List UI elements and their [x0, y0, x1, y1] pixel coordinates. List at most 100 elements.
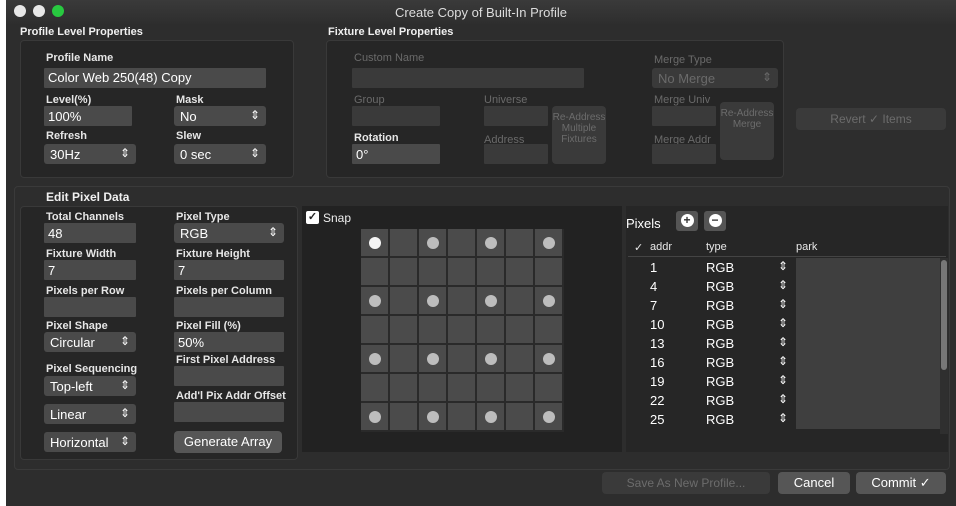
level-field[interactable]: 100% [44, 106, 132, 126]
fixture-height-field[interactable]: 7 [174, 260, 284, 280]
pixel-dot[interactable] [427, 237, 439, 249]
row-type[interactable]: RGB [706, 355, 734, 370]
grid-cell[interactable] [419, 229, 446, 256]
row-type[interactable]: RGB [706, 374, 734, 389]
grid-cell[interactable] [419, 374, 446, 401]
grid-cell[interactable] [390, 403, 417, 430]
row-park[interactable] [796, 353, 946, 372]
row-park[interactable] [796, 258, 946, 277]
row-park[interactable] [796, 277, 946, 296]
grid-cell[interactable] [419, 345, 446, 372]
grid-cell[interactable] [419, 316, 446, 343]
pixel-dot[interactable] [369, 353, 381, 365]
pixels-scrollbar[interactable] [940, 258, 948, 434]
grid-cell[interactable] [506, 287, 533, 314]
grid-cell[interactable] [535, 316, 562, 343]
pixels-per-row-field[interactable] [44, 297, 136, 317]
table-row[interactable]: 13 RGB ⇕ [628, 334, 946, 353]
col-type[interactable]: type [706, 241, 727, 253]
grid-cell[interactable] [361, 316, 388, 343]
group-field[interactable] [352, 106, 440, 126]
pixel-dot[interactable] [369, 411, 381, 423]
row-park[interactable] [796, 372, 946, 391]
pixel-dot[interactable] [485, 353, 497, 365]
row-type[interactable]: RGB [706, 317, 734, 332]
pixel-dot[interactable] [485, 237, 497, 249]
grid-cell[interactable] [506, 316, 533, 343]
grid-cell[interactable] [477, 229, 504, 256]
grid-cell[interactable] [477, 316, 504, 343]
table-row[interactable]: 25 RGB ⇕ [628, 410, 946, 429]
grid-cell[interactable] [448, 287, 475, 314]
table-row[interactable]: 22 RGB ⇕ [628, 391, 946, 410]
grid-cell[interactable] [506, 403, 533, 430]
pixel-dot[interactable] [543, 353, 555, 365]
grid-cell[interactable] [361, 345, 388, 372]
pixel-dot[interactable] [543, 237, 555, 249]
first-pixel-address-field[interactable] [174, 366, 284, 386]
grid-cell[interactable] [361, 229, 388, 256]
grid-cell[interactable] [390, 287, 417, 314]
row-type[interactable]: RGB [706, 279, 734, 294]
grid-cell[interactable] [448, 345, 475, 372]
row-park[interactable] [796, 391, 946, 410]
grid-cell[interactable] [448, 316, 475, 343]
grid-cell[interactable] [361, 258, 388, 285]
pixel-shape-select[interactable]: Circular ⇕ [44, 332, 136, 352]
grid-cell[interactable] [361, 287, 388, 314]
grid-cell[interactable] [535, 287, 562, 314]
row-park[interactable] [796, 334, 946, 353]
row-type[interactable]: RGB [706, 298, 734, 313]
table-row[interactable]: 16 RGB ⇕ [628, 353, 946, 372]
revert-items-button[interactable]: Revert ✓ Items [796, 108, 946, 130]
table-row[interactable]: 1 RGB ⇕ [628, 258, 946, 277]
grid-cell[interactable] [506, 229, 533, 256]
stepper-icon[interactable]: ⇕ [778, 259, 788, 273]
linear-select[interactable]: Linear ⇕ [44, 404, 136, 424]
grid-cell[interactable] [361, 403, 388, 430]
table-row[interactable]: 4 RGB ⇕ [628, 277, 946, 296]
merge-univ-field[interactable] [652, 106, 716, 126]
pixel-dot[interactable] [427, 295, 439, 307]
row-type[interactable]: RGB [706, 336, 734, 351]
generate-array-button[interactable]: Generate Array [174, 431, 282, 453]
grid-cell[interactable] [419, 287, 446, 314]
universe-field[interactable] [484, 106, 548, 126]
pixels-per-column-field[interactable] [174, 297, 284, 317]
table-row[interactable]: 19 RGB ⇕ [628, 372, 946, 391]
grid-cell[interactable] [477, 403, 504, 430]
grid-cell[interactable] [361, 374, 388, 401]
pixel-fill-field[interactable]: 50% [174, 332, 284, 352]
refresh-select[interactable]: 30Hz ⇕ [44, 144, 136, 164]
address-field[interactable] [484, 144, 548, 164]
table-row[interactable]: 10 RGB ⇕ [628, 315, 946, 334]
grid-cell[interactable] [390, 316, 417, 343]
stepper-icon[interactable]: ⇕ [778, 373, 788, 387]
row-park[interactable] [796, 410, 946, 429]
grid-cell[interactable] [448, 229, 475, 256]
grid-cell[interactable] [419, 258, 446, 285]
row-park[interactable] [796, 315, 946, 334]
slew-select[interactable]: 0 sec ⇕ [174, 144, 266, 164]
pixel-type-select[interactable]: RGB ⇕ [174, 223, 284, 243]
commit-button[interactable]: Commit ✓ [856, 472, 946, 494]
rotation-field[interactable]: 0° [352, 144, 440, 164]
pixel-dot[interactable] [427, 353, 439, 365]
stepper-icon[interactable]: ⇕ [778, 354, 788, 368]
mask-select[interactable]: No ⇕ [174, 106, 266, 126]
pixels-scrollbar-thumb[interactable] [941, 260, 947, 370]
pixel-dot-selected[interactable] [369, 237, 381, 249]
stepper-icon[interactable]: ⇕ [778, 297, 788, 311]
pixel-dot[interactable] [543, 295, 555, 307]
snap-checkbox[interactable]: ✓ [306, 211, 319, 224]
stepper-icon[interactable]: ⇕ [778, 335, 788, 349]
grid-cell[interactable] [419, 403, 446, 430]
row-park[interactable] [796, 296, 946, 315]
grid-cell[interactable] [506, 374, 533, 401]
grid-cell[interactable] [448, 374, 475, 401]
readdress-fixtures-button[interactable]: Re-Address Multiple Fixtures [552, 106, 606, 164]
table-row[interactable]: 7 RGB ⇕ [628, 296, 946, 315]
row-type[interactable]: RGB [706, 393, 734, 408]
grid-cell[interactable] [390, 345, 417, 372]
merge-addr-field[interactable] [652, 144, 716, 164]
